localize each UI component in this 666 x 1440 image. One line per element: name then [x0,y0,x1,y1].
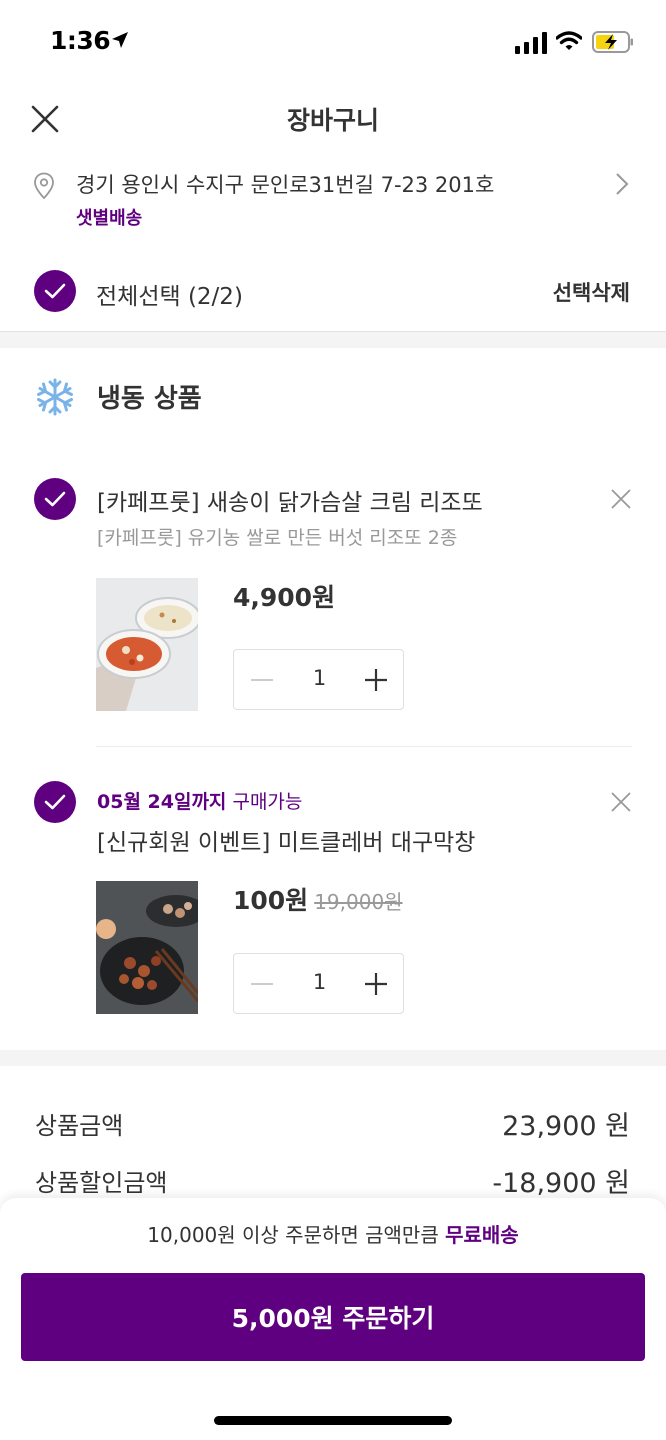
remove-item-button[interactable] [610,488,632,514]
item-title[interactable]: [신규회원 이벤트] 미트클레버 대구막창 [97,823,475,857]
wifi-icon [555,30,583,56]
product-image[interactable] [96,881,198,1014]
free-shipping-note: 10,000원 이상 주문하면 금액만큼 무료배송 [0,1219,666,1248]
home-indicator [214,1416,452,1425]
location-pin-icon [33,172,55,204]
chevron-right-icon [614,172,630,200]
nav-header: 장바구니 [0,84,666,154]
delivery-type: 샛별배송 [76,208,143,229]
delivery-address[interactable]: 경기 용인시 수지구 문인로31번길 7-23 201호 샛별배송 [0,160,666,240]
section-divider [0,332,666,348]
product-image[interactable] [96,578,198,711]
page-title: 장바구니 [286,106,379,135]
quantity-stepper: 1 [233,649,404,710]
close-icon [611,792,631,812]
summary-label: 상품금액 [35,1112,124,1140]
check-icon [44,794,66,810]
location-arrow-icon [110,30,130,54]
increase-quantity-button[interactable] [362,970,390,998]
address-text: 경기 용인시 수지구 문인로31번길 7-23 201호 [76,173,495,197]
frozen-section-header: 냉동 상품 [0,360,666,432]
select-all-row: 전체선택 (2/2) 선택삭제 [0,250,666,332]
battery-charging-icon [592,31,634,57]
free-shipping-highlight: 무료배송 [445,1223,519,1247]
item-divider [96,746,632,747]
status-time: 1:36 [50,26,111,55]
cart-item: 05월 24일까지 구매가능 [신규회원 이벤트] 미트클레버 대구막창 100… [0,781,666,1021]
status-bar: 1:36 [0,0,666,84]
order-footer: 10,000원 이상 주문하면 금액만큼 무료배송 5,000원 주문하기 [0,1198,666,1440]
select-all-label[interactable]: 전체선택 (2/2) [96,277,243,311]
item-checkbox[interactable] [34,781,76,823]
summary-value: 23,900 원 [502,1111,630,1142]
close-icon [611,489,631,509]
deadline-date: 05월 24일까지 [97,791,227,813]
order-button[interactable]: 5,000원 주문하기 [21,1273,645,1361]
snowflake-icon [36,378,74,420]
free-shipping-prefix: 10,000원 이상 주문하면 금액만큼 [147,1223,439,1247]
summary-value: -18,900 원 [492,1168,630,1199]
item-title[interactable]: [카페프룻] 새송이 닭가슴살 크림 리조또 [97,483,483,517]
item-price: 100원 19,000원 [233,881,403,917]
section-divider [0,1050,666,1066]
plus-icon [365,669,387,691]
check-icon [44,491,66,507]
check-icon [44,283,66,299]
summary-label: 상품할인금액 [35,1169,168,1197]
deadline-text: 구매가능 [232,791,303,813]
original-price: 19,000원 [314,890,403,914]
remove-item-button[interactable] [610,791,632,817]
section-title: 냉동 상품 [97,384,202,414]
item-subtitle: [카페프룻] 유기농 쌀로 만든 버섯 리조또 2종 [97,527,458,549]
purchase-deadline: 05월 24일까지 구매가능 [97,787,302,814]
quantity-stepper: 1 [233,953,404,1014]
increase-quantity-button[interactable] [362,666,390,694]
delete-selected-button[interactable]: 선택삭제 [553,277,630,307]
summary-row: 상품할인금액 -18,900 원 [0,1159,666,1199]
select-all-checkbox[interactable] [34,270,76,312]
signal-icon [515,32,547,58]
item-price: 4,900원 [233,583,336,612]
cart-item: [카페프룻] 새송이 닭가슴살 크림 리조또 [카페프룻] 유기농 쌀로 만든 … [0,478,666,718]
summary-row: 상품금액 23,900 원 [0,1102,666,1142]
item-checkbox[interactable] [34,478,76,520]
plus-icon [365,973,387,995]
sale-price: 100원 [233,886,309,915]
